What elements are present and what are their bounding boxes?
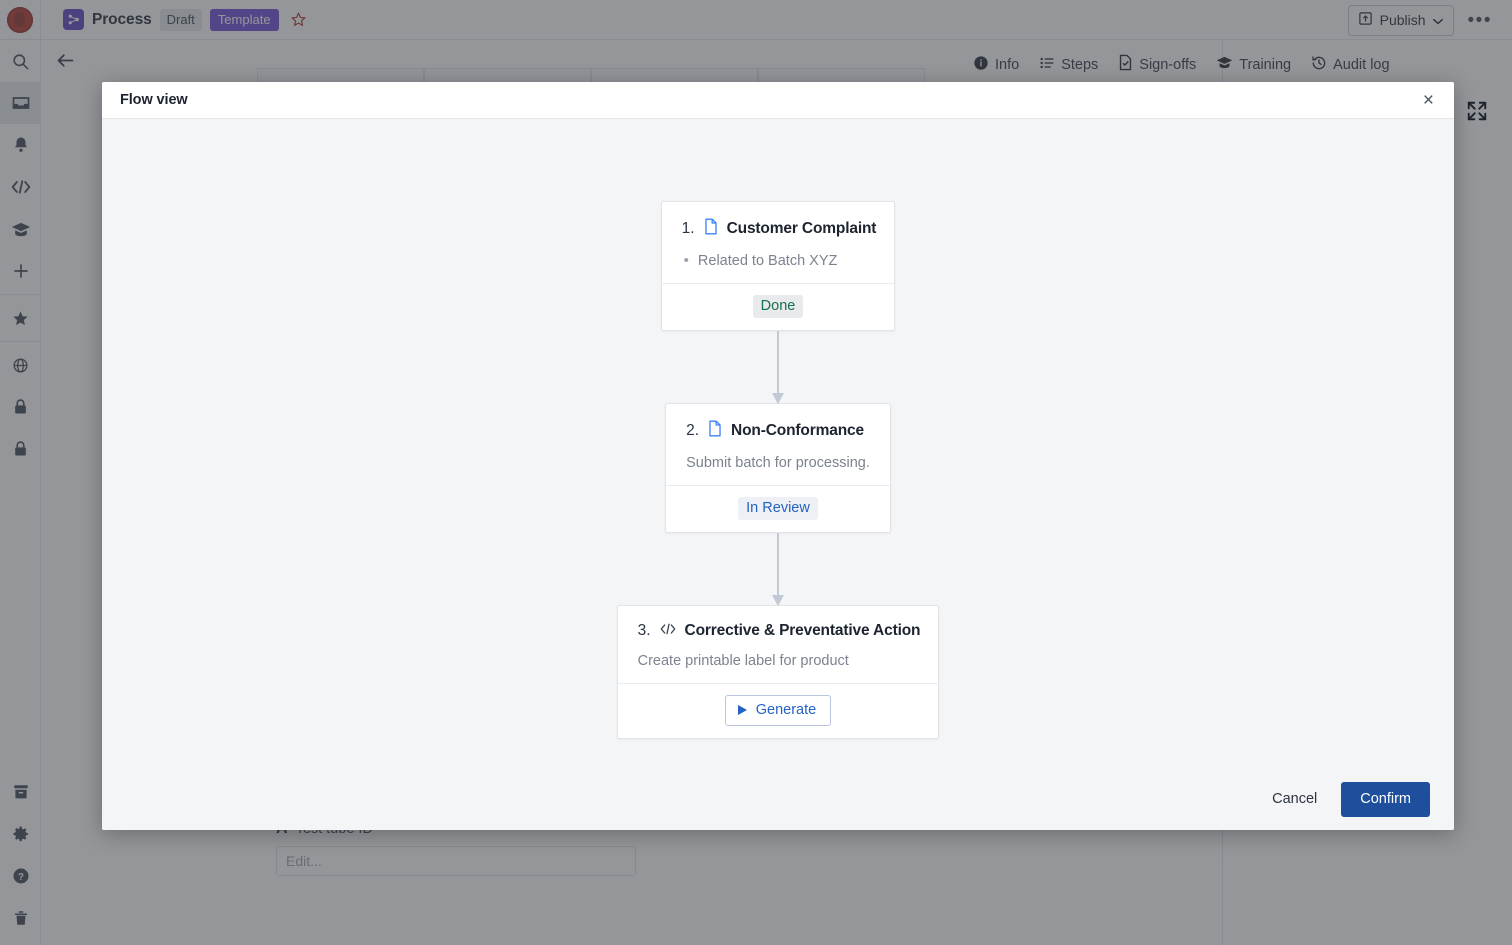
flow-step-3-number: 3.	[637, 622, 651, 639]
flow-connector-arrow-2	[772, 533, 784, 606]
generate-button-label: Generate	[755, 702, 817, 718]
flow-step-1-footer: Done	[661, 283, 895, 330]
flow-step-2-body: Submit batch for processing.	[686, 455, 870, 471]
document-icon	[704, 218, 718, 240]
expand-fullscreen-icon[interactable]	[1466, 100, 1488, 127]
flow-step-3-body: Create printable label for product	[637, 653, 849, 669]
flow-step-3-header: 3. Corrective & Preventative Action	[618, 606, 939, 653]
modal-body: 1. Customer Complaint • Related to Batch…	[102, 119, 1454, 768]
cancel-button[interactable]: Cancel	[1266, 783, 1323, 815]
flow-connector-arrow-1	[772, 331, 784, 404]
play-icon	[737, 705, 747, 715]
flow-step-card-2[interactable]: 2. Non-Conformance Submit batch for proc…	[665, 403, 891, 533]
flow-step-card-3[interactable]: 3. Corrective & Preventative Action Crea…	[616, 605, 940, 739]
flow-step-3-title: Corrective & Preventative Action	[684, 622, 921, 639]
bullet-icon: •	[683, 252, 689, 269]
flow-step-3-footer: Generate	[617, 683, 939, 738]
flow-step-1-body: • Related to Batch XYZ	[662, 253, 895, 283]
flow-step-2-number: 2.	[686, 422, 700, 439]
close-icon[interactable]: ×	[1419, 89, 1438, 112]
flow-step-1-number: 1.	[681, 220, 695, 237]
confirm-button[interactable]: Confirm	[1341, 781, 1430, 817]
flow-step-2-footer: In Review	[666, 485, 890, 532]
flow-step-card-1[interactable]: 1. Customer Complaint • Related to Batch…	[660, 201, 896, 331]
flow-step-2-title: Non-Conformance	[731, 422, 864, 439]
modal-title: Flow view	[120, 92, 188, 108]
flow-step-1-header: 1. Customer Complaint	[662, 202, 895, 253]
flow-view-modal: Flow view × 1. Customer Complaint • Rela…	[102, 82, 1454, 830]
modal-header: Flow view ×	[102, 82, 1454, 119]
flow-step-2-status-badge[interactable]: In Review	[738, 497, 818, 520]
flow-diagram: 1. Customer Complaint • Related to Batch…	[102, 119, 1454, 739]
modal-footer: Cancel Confirm	[102, 768, 1454, 830]
document-icon	[708, 420, 722, 442]
flow-step-1-body-text: Related to Batch XYZ	[697, 253, 838, 269]
flow-step-1-status-badge[interactable]: Done	[752, 295, 804, 318]
flow-step-2-header: 2. Non-Conformance	[666, 404, 890, 455]
code-icon	[660, 622, 676, 640]
flow-step-1-title: Customer Complaint	[726, 220, 877, 237]
generate-button[interactable]: Generate	[724, 695, 832, 726]
